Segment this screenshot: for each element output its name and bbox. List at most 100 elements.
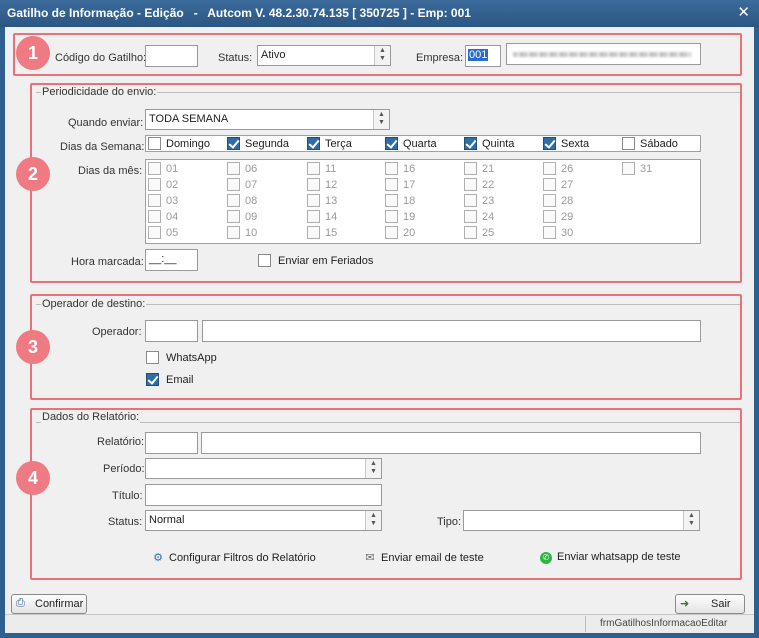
configurar-filtros-button[interactable]: ⚙ Configurar Filtros do Relatório	[151, 551, 316, 564]
month-day-checkbox[interactable]	[464, 226, 477, 239]
codigo-field[interactable]	[145, 45, 198, 67]
empresa-name-field	[506, 43, 701, 65]
month-day-label: 16	[403, 163, 416, 175]
empresa-code-field[interactable]: 001	[465, 45, 501, 67]
month-day-checkbox[interactable]	[227, 178, 240, 191]
window-title: Gatilho de Informação - Edição - Autcom …	[7, 6, 471, 20]
month-day-checkbox[interactable]	[148, 194, 161, 207]
quando-label: Quando enviar:	[68, 117, 144, 129]
month-day-label: 25	[482, 227, 495, 239]
month-day-label: 11	[325, 163, 337, 175]
status-select[interactable]: Ativo ▲ ▼	[257, 45, 391, 66]
feriados-label: Enviar em Feriados	[278, 255, 374, 267]
enviar-whatsapp-teste-button[interactable]: ✆ Enviar whatsapp de teste	[539, 551, 681, 564]
month-day-checkbox[interactable]	[307, 162, 320, 175]
whatsapp-checkbox[interactable]	[146, 351, 159, 364]
chevron-updown-icon[interactable]: ▲ ▼	[374, 46, 390, 65]
month-day-checkbox[interactable]	[307, 194, 320, 207]
month-day-checkbox[interactable]	[148, 178, 161, 191]
email-checkbox[interactable]	[146, 373, 159, 386]
status-label: Status:	[218, 52, 253, 64]
weekday-checkbox[interactable]	[543, 137, 556, 150]
weekday-checkbox[interactable]	[385, 137, 398, 150]
weekday-checkbox[interactable]	[307, 137, 320, 150]
month-day-label: 09	[245, 211, 258, 223]
relatorio-name-field[interactable]	[201, 432, 701, 454]
month-day-checkbox[interactable]	[464, 162, 477, 175]
relatorio-label: Relatório:	[97, 436, 145, 448]
weekday-label: Sábado	[640, 138, 678, 150]
hora-field[interactable]: __:__	[145, 249, 198, 271]
month-day-checkbox[interactable]	[622, 162, 635, 175]
month-day-checkbox[interactable]	[385, 162, 398, 175]
month-day-checkbox[interactable]	[543, 178, 556, 191]
month-day-checkbox[interactable]	[227, 162, 240, 175]
month-day-checkbox[interactable]	[227, 226, 240, 239]
titulo-field[interactable]	[145, 484, 382, 506]
month-day-checkbox[interactable]	[307, 210, 320, 223]
month-day-checkbox[interactable]	[385, 194, 398, 207]
operador-group	[36, 304, 740, 394]
month-day-checkbox[interactable]	[148, 226, 161, 239]
weekday-checkbox[interactable]	[464, 137, 477, 150]
month-day-checkbox[interactable]	[227, 194, 240, 207]
form-name-panel: frmGatilhosInformacaoEditar	[585, 616, 751, 632]
periodo-label: Período:	[103, 463, 145, 475]
confirmar-label: Confirmar	[35, 598, 84, 610]
relatorio-code-field[interactable]	[145, 432, 198, 454]
month-day-label: 19	[403, 211, 416, 223]
weekday-checkbox[interactable]	[148, 137, 161, 150]
month-day-label: 24	[482, 211, 495, 223]
weekday-label: Domingo	[166, 138, 211, 150]
chevron-updown-icon[interactable]: ▲ ▼	[365, 511, 381, 530]
month-day-label: 30	[561, 227, 574, 239]
sair-button[interactable]: ➜ Sair	[675, 594, 745, 614]
weekday-checkbox[interactable]	[227, 137, 240, 150]
month-day-checkbox[interactable]	[543, 210, 556, 223]
month-day-checkbox[interactable]	[148, 162, 161, 175]
chevron-updown-icon[interactable]: ▲ ▼	[365, 459, 381, 478]
month-day-label: 29	[561, 211, 574, 223]
enviar-email-teste-button[interactable]: ✉ Enviar email de teste	[363, 551, 484, 564]
weekday-checkbox[interactable]	[622, 137, 635, 150]
status-relatorio-select[interactable]: Normal ▲ ▼	[145, 510, 382, 531]
weekday-label: Quinta	[482, 138, 515, 150]
month-day-label: 20	[403, 227, 416, 239]
month-day-label: 21	[482, 163, 495, 175]
month-day-checkbox[interactable]	[464, 178, 477, 191]
title-bar[interactable]: Gatilho de Informação - Edição - Autcom …	[0, 0, 759, 27]
month-day-checkbox[interactable]	[227, 210, 240, 223]
month-day-checkbox[interactable]	[543, 194, 556, 207]
enviar-email-teste-label: Enviar email de teste	[381, 552, 484, 564]
operador-code-field[interactable]	[145, 320, 198, 342]
month-day-checkbox[interactable]	[385, 178, 398, 191]
month-day-checkbox[interactable]	[543, 226, 556, 239]
month-day-checkbox[interactable]	[464, 210, 477, 223]
quando-select-value: TODA SEMANA	[149, 113, 229, 125]
close-icon[interactable]: ✕	[737, 3, 750, 21]
month-day-label: 27	[561, 179, 574, 191]
month-day-checkbox[interactable]	[307, 226, 320, 239]
tipo-select[interactable]: ▲ ▼	[463, 510, 700, 531]
badge-1: 1	[16, 36, 50, 70]
feriados-checkbox[interactable]	[258, 254, 271, 267]
gears-icon: ⚙	[153, 552, 163, 564]
month-day-checkbox[interactable]	[307, 178, 320, 191]
confirmar-button[interactable]: ⎙ Confirmar	[11, 594, 87, 614]
empresa-code-value: 001	[468, 49, 489, 61]
operador-name-field[interactable]	[202, 320, 701, 342]
weekday-label: Quarta	[403, 138, 437, 150]
chevron-updown-icon[interactable]: ▲ ▼	[683, 511, 699, 530]
configurar-filtros-label: Configurar Filtros do Relatório	[169, 552, 316, 564]
month-day-checkbox[interactable]	[464, 194, 477, 207]
month-day-label: 07	[245, 179, 258, 191]
status-select-value: Ativo	[261, 49, 286, 61]
periodo-select[interactable]: ▲ ▼	[145, 458, 382, 479]
month-day-checkbox[interactable]	[385, 210, 398, 223]
printer-icon: ⎙	[16, 597, 25, 609]
month-day-checkbox[interactable]	[543, 162, 556, 175]
chevron-updown-icon[interactable]: ▲ ▼	[373, 110, 389, 129]
month-day-checkbox[interactable]	[148, 210, 161, 223]
month-day-checkbox[interactable]	[385, 226, 398, 239]
quando-select[interactable]: TODA SEMANA ▲ ▼	[145, 109, 390, 130]
